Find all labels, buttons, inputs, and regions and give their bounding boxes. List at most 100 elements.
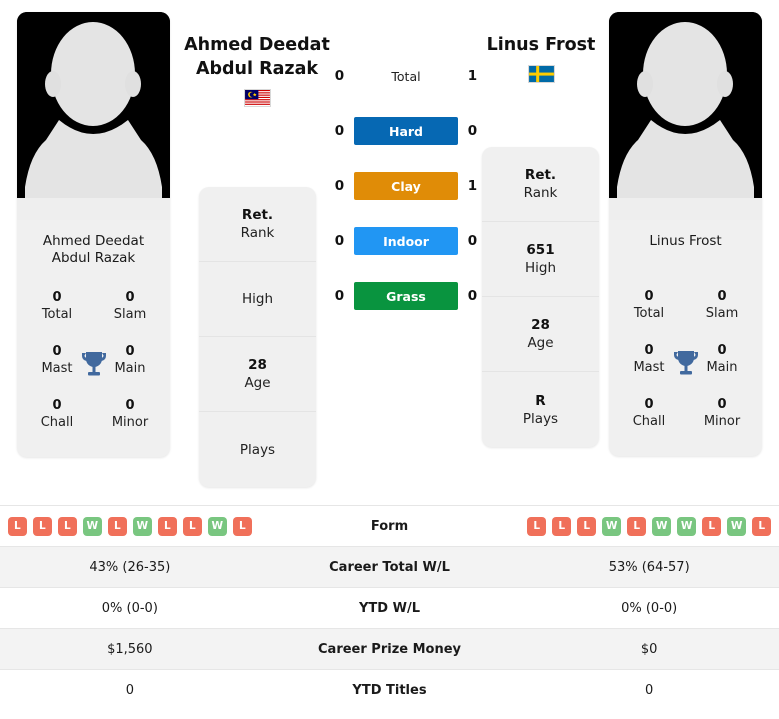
titles-main-left: 0 Main (114, 344, 146, 376)
titles-row-chall-minor-left: 0 Chall 0 Minor (17, 387, 170, 441)
info-row-rank-right: Ret. Rank (482, 147, 599, 222)
form-badge-win: W (132, 516, 152, 536)
h2h-right-hard: 0 (467, 123, 478, 139)
form-badge-win: W (82, 516, 102, 536)
trophy-icon (81, 352, 106, 376)
form-badge-win: W (652, 516, 672, 536)
titles-row-total-slam-right: 0 Total 0 Slam (609, 278, 762, 332)
h2h-row-indoor: 0 Indoor 0 (332, 227, 480, 255)
info-row-rank-left: Ret. Rank (199, 187, 316, 262)
player-card-name-right: Linus Frost (649, 233, 722, 249)
stats-label-ytd-wl: YTD W/L (359, 600, 420, 616)
h2h-row-hard: 0 Hard 0 (332, 117, 480, 145)
stats-row-form: LLLWLWLLWL Form LLLWLWWLWL (0, 505, 779, 546)
stats-row-career-total-wl: 43% (26-35) Career Total W/L 53% (64-57) (0, 546, 779, 587)
form-badge-loss: L (752, 516, 772, 536)
player-name-block-left: Ahmed Deedat Abdul Razak (157, 33, 357, 107)
player-photo-left (17, 12, 170, 220)
form-badge-loss: L (552, 516, 572, 536)
trophy-icon (673, 351, 698, 375)
titles-mast-left: 0 Mast (41, 344, 73, 376)
stats-right-ytd-titles: 0 (645, 682, 654, 698)
form-badge-win: W (207, 516, 227, 536)
titles-grid-right: 0 Total 0 Slam 0 Mast 0 Main 0 Chall 0 M… (609, 270, 762, 456)
h2h-row-clay: 0 Clay 1 (332, 172, 480, 200)
stats-left-ytd-titles: 0 (125, 682, 134, 698)
form-badge-loss: L (107, 516, 127, 536)
player-card-right[interactable]: Linus Frost 0 Total 0 Slam 0 Mast 0 Main… (609, 12, 762, 456)
player-comparison-page: Ahmed Deedat Abdul Razak 0 Total 0 Slam … (0, 0, 779, 719)
titles-chall-left: 0 Chall (40, 398, 74, 430)
info-row-plays-right: R Plays (522, 392, 559, 427)
form-badge-loss: L (7, 516, 27, 536)
h2h-right-indoor: 0 (467, 233, 478, 249)
h2h-label-hard[interactable]: Hard (354, 117, 458, 145)
titles-row-mast-main-right: 0 Mast 0 Main (609, 332, 762, 386)
form-badge-loss: L (232, 516, 252, 536)
player-silhouette-avatar (17, 12, 170, 220)
stats-row-career-prize-money: $1,560 Career Prize Money $0 (0, 628, 779, 669)
stats-row-ytd-titles: 0 YTD Titles 0 (0, 669, 779, 710)
stats-left-ytd-wl: 0% (0-0) (101, 600, 158, 616)
h2h-label-clay[interactable]: Clay (354, 172, 458, 200)
head-to-head-bars: 0 Total 1 0 Hard 0 0 Clay 1 0 Indoor 0 0 (332, 62, 480, 310)
stats-comparison-table: LLLWLWLLWL Form LLLWLWWLWL 43% (26-35) C… (0, 505, 779, 710)
h2h-left-total: 0 (334, 68, 345, 84)
form-badge-loss: L (32, 516, 52, 536)
h2h-right-grass: 0 (467, 288, 478, 304)
form-badges-right: LLLWLWWLWL (519, 516, 779, 536)
titles-total-right: 0 Total (633, 289, 665, 321)
titles-row-chall-minor-right: 0 Chall 0 Minor (609, 386, 762, 440)
form-badge-loss: L (157, 516, 177, 536)
form-badge-loss: L (577, 516, 597, 536)
h2h-row-grass: 0 Grass 0 (332, 282, 480, 310)
player-name-left-line1: Ahmed Deedat (184, 35, 330, 55)
titles-minor-left: 0 Minor (111, 398, 149, 430)
stats-left-career-prize-money: $1,560 (107, 641, 153, 657)
info-row-high-right: 651 High (482, 222, 599, 297)
titles-slam-left: 0 Slam (113, 290, 147, 322)
h2h-label-indoor[interactable]: Indoor (354, 227, 458, 255)
stats-right-career-total-wl: 53% (64-57) (608, 559, 690, 575)
stats-label-career-total-wl: Career Total W/L (329, 559, 450, 575)
form-badge-loss: L (702, 516, 722, 536)
player-silhouette-avatar (609, 12, 762, 220)
stats-label-career-prize-money: Career Prize Money (318, 641, 462, 657)
player-photo-right (609, 12, 762, 220)
player-info-card-right[interactable]: Ret. Rank 651 High 28 Age R Plays (482, 147, 599, 447)
form-badge-loss: L (627, 516, 647, 536)
h2h-left-grass: 0 (334, 288, 345, 304)
info-row-age-left: 28 Age (199, 337, 316, 412)
player-card-name-left: Ahmed Deedat Abdul Razak (42, 233, 145, 266)
h2h-left-indoor: 0 (334, 233, 345, 249)
form-badge-loss: L (527, 516, 547, 536)
form-badge-win: W (677, 516, 697, 536)
info-row-plays-left: Plays (239, 441, 276, 458)
titles-slam-right: 0 Slam (705, 289, 739, 321)
flag-sweden (527, 65, 555, 83)
h2h-label-grass[interactable]: Grass (354, 282, 458, 310)
info-row-high-left: High (199, 262, 316, 337)
stats-right-ytd-wl: 0% (0-0) (621, 600, 678, 616)
info-row-age-right: 28 Age (482, 297, 599, 372)
flag-malaysia (243, 89, 271, 107)
titles-main-right: 0 Main (706, 343, 738, 375)
player-card-left[interactable]: Ahmed Deedat Abdul Razak 0 Total 0 Slam … (17, 12, 170, 457)
stats-row-ytd-wl: 0% (0-0) YTD W/L 0% (0-0) (0, 587, 779, 628)
titles-total-left: 0 Total (41, 290, 73, 322)
comparison-header: Ahmed Deedat Abdul Razak 0 Total 0 Slam … (0, 0, 779, 505)
stats-label-ytd-titles: YTD Titles (352, 682, 427, 698)
titles-row-mast-main-left: 0 Mast 0 Main (17, 333, 170, 387)
form-badges-left: LLLWLWLLWL (0, 516, 260, 536)
player-info-card-left[interactable]: Ret. Rank High 28 Age Plays (199, 187, 316, 487)
stats-label-form: Form (370, 518, 409, 534)
titles-mast-right: 0 Mast (633, 343, 665, 375)
stats-left-career-total-wl: 43% (26-35) (89, 559, 171, 575)
player-name-left-line2: Abdul Razak (195, 59, 319, 79)
titles-row-total-slam-left: 0 Total 0 Slam (17, 279, 170, 333)
h2h-left-clay: 0 (334, 178, 345, 194)
h2h-left-hard: 0 (334, 123, 345, 139)
titles-minor-right: 0 Minor (703, 397, 741, 429)
form-badge-win: W (602, 516, 622, 536)
stats-right-career-prize-money: $0 (640, 641, 658, 657)
